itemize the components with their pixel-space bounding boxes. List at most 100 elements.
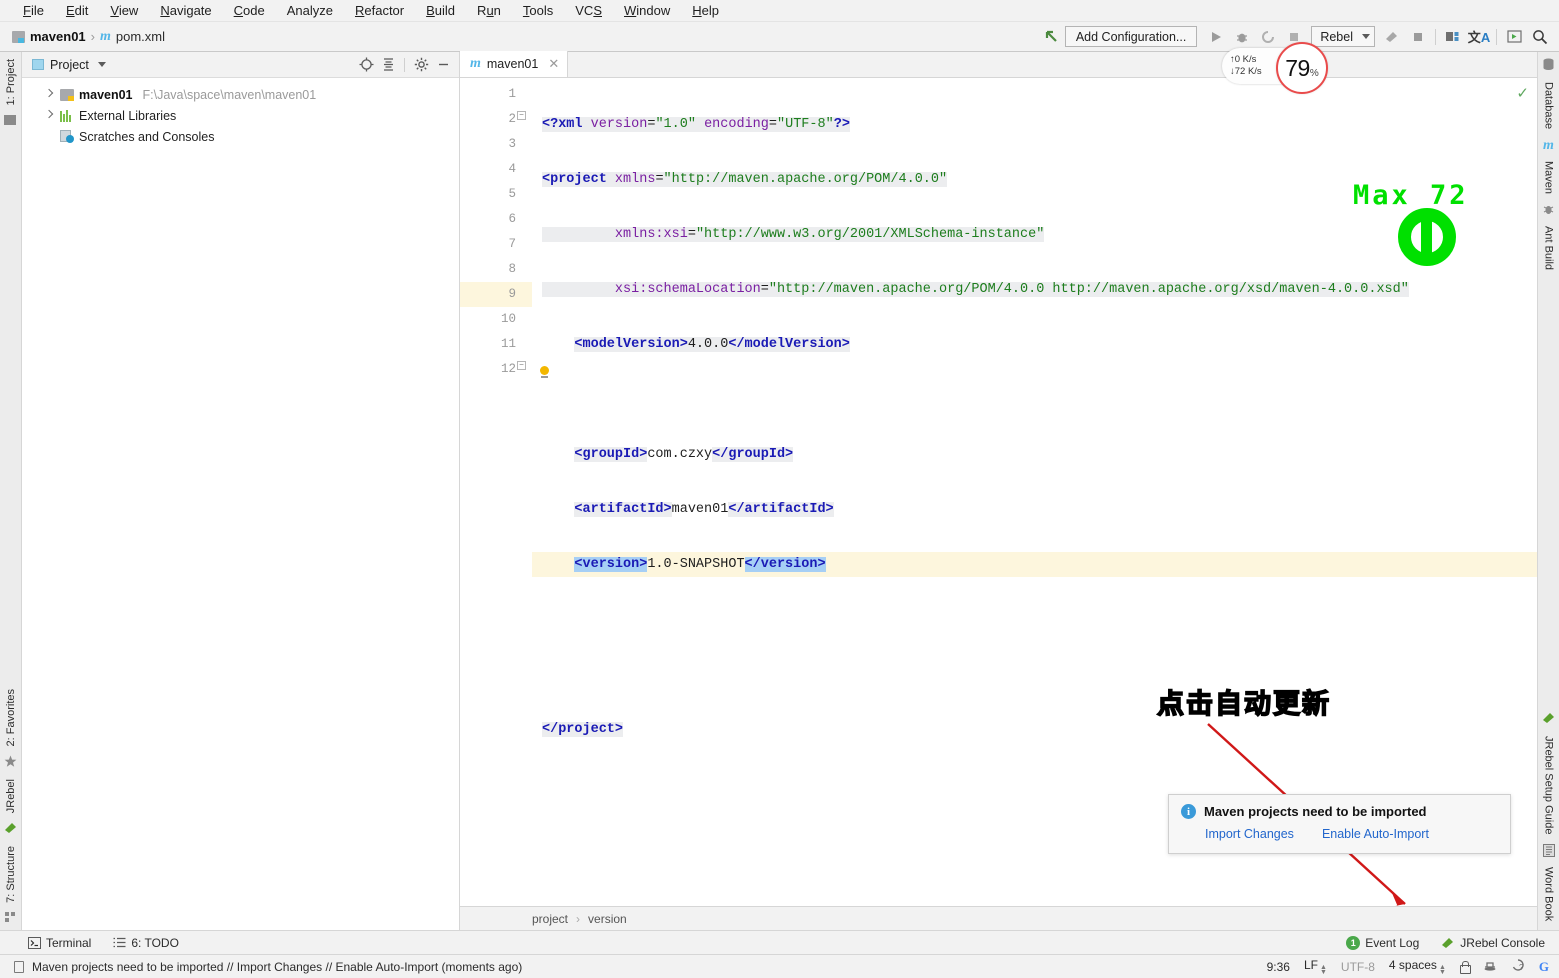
close-icon[interactable]: ✕ <box>548 56 559 72</box>
debug-icon[interactable] <box>1229 25 1255 49</box>
library-icon <box>60 109 74 122</box>
menu-item-edit[interactable]: Edit <box>55 1 99 20</box>
project-panel-title-group[interactable]: Project <box>32 58 106 72</box>
jrebel-selector-label: Rebel <box>1320 29 1353 44</box>
jrebel-arrow-icon[interactable] <box>1039 25 1065 49</box>
caret-position[interactable]: 9:36 <box>1267 960 1290 974</box>
tree-item-maven01[interactable]: maven01 F:\Java\space\maven\maven01 <box>22 84 459 105</box>
chevron-right-icon[interactable] <box>44 110 55 121</box>
tree-item-label: maven01 <box>79 87 133 102</box>
sidebar-item-word-book[interactable]: Word Book <box>1543 864 1555 924</box>
tool-window-todo[interactable]: 6: TODO <box>113 936 179 950</box>
editor-area: m maven01 ✕ 1 2 3 4 5 6 7 8 9 10 11 12 −… <box>460 51 1537 930</box>
breadcrumb-project[interactable]: maven01 <box>30 29 86 44</box>
tree-item-external-libraries[interactable]: External Libraries <box>22 105 459 126</box>
event-log-badge: 1 <box>1346 935 1361 950</box>
sidebar-item-maven[interactable]: Maven <box>1543 158 1555 197</box>
line-number: 5 <box>508 187 516 201</box>
translate-icon[interactable]: 文A <box>1466 25 1492 49</box>
svg-text:?: ? <box>1519 963 1524 972</box>
sidebar-item-ant-build[interactable]: Ant Build <box>1543 223 1555 273</box>
menu-item-tools[interactable]: Tools <box>512 1 564 20</box>
menu-item-window[interactable]: Window <box>613 1 681 20</box>
run-anything-icon[interactable] <box>1501 25 1527 49</box>
code-fold-toggle[interactable]: − <box>517 111 526 120</box>
menu-item-refactor[interactable]: Refactor <box>344 1 415 20</box>
sidebar-item-jrebel-setup-guide[interactable]: JRebel Setup Guide <box>1543 733 1555 837</box>
minimize-icon[interactable] <box>433 55 453 75</box>
tool-window-terminal[interactable]: Terminal <box>28 936 91 950</box>
intellij-idea-window: File Edit View Navigate Code Analyze Ref… <box>0 0 1559 978</box>
tool-window-jrebel-console[interactable]: JRebel Console <box>1441 936 1545 950</box>
jrebel-icon <box>4 821 18 838</box>
gear-icon[interactable] <box>411 55 431 75</box>
star-icon <box>4 755 17 771</box>
jrebel-selector[interactable]: Rebel <box>1311 26 1375 47</box>
sidebar-item-jrebel[interactable]: JRebel <box>5 776 17 816</box>
menu-item-code[interactable]: Code <box>223 1 276 20</box>
enable-auto-import-link[interactable]: Enable Auto-Import <box>1322 827 1429 841</box>
project-structure-icon[interactable] <box>1440 25 1466 49</box>
sidebar-item-favorites[interactable]: 2: Favorites <box>5 686 17 749</box>
menu-item-run[interactable]: Run <box>466 1 512 20</box>
file-encoding[interactable]: UTF-8 <box>1341 960 1375 974</box>
main-area: 1: Project 2: Favorites JRebel 7: Struct… <box>0 51 1559 930</box>
jrebel-console-label: JRebel Console <box>1460 935 1545 950</box>
collapse-all-icon[interactable] <box>378 55 398 75</box>
code-editor[interactable]: 1 2 3 4 5 6 7 8 9 10 11 12 − − <?xml ver… <box>460 78 1537 906</box>
run-icon[interactable] <box>1203 25 1229 49</box>
search-icon[interactable] <box>1527 25 1553 49</box>
gauge-unit: % <box>1309 67 1319 79</box>
terminal-icon <box>28 936 41 949</box>
run-with-coverage-icon[interactable] <box>1255 25 1281 49</box>
editor-gutter[interactable]: 1 2 3 4 5 6 7 8 9 10 11 12 − − <box>460 78 532 906</box>
tab-maven01[interactable]: m maven01 ✕ <box>460 51 569 77</box>
import-changes-link[interactable]: Import Changes <box>1205 827 1294 841</box>
right-tool-strip: Database m Maven Ant Build JRebel Setup … <box>1537 52 1559 930</box>
menu-item-build[interactable]: Build <box>415 1 466 20</box>
stop-icon[interactable] <box>1405 25 1431 49</box>
cpu-usage-gauge[interactable]: 79 % <box>1276 42 1328 94</box>
chevron-down-icon[interactable] <box>97 62 106 67</box>
todo-label: 6: TODO <box>131 935 179 950</box>
lock-icon[interactable] <box>1459 961 1471 974</box>
chevron-right-icon[interactable] <box>44 89 55 100</box>
project-panel-title: Project <box>50 57 89 72</box>
menu-item-view[interactable]: View <box>99 1 149 20</box>
locate-file-icon[interactable] <box>356 55 376 75</box>
tool-window-event-log[interactable]: 1 Event Log <box>1346 935 1419 950</box>
jrebel-run-icon[interactable] <box>1379 25 1405 49</box>
menu-item-analyze[interactable]: Analyze <box>276 1 344 20</box>
sidebar-item-project[interactable]: 1: Project <box>5 56 17 108</box>
indent-setting[interactable]: 4 spaces ▲ ▼ <box>1389 958 1446 976</box>
sidebar-item-database[interactable]: Database <box>1543 79 1555 132</box>
breadcrumb-file[interactable]: pom.xml <box>116 29 165 44</box>
code-line-7: <groupId>com.czxy</groupId> <box>574 447 794 462</box>
terminal-label: Terminal <box>46 935 92 950</box>
menu-item-vcs[interactable]: VCS <box>564 1 613 20</box>
line-number: 8 <box>508 262 516 276</box>
breadcrumb-node-version[interactable]: version <box>588 912 627 926</box>
menu-item-help[interactable]: Help <box>681 1 730 20</box>
status-message[interactable]: Maven projects need to be imported // Im… <box>32 960 522 974</box>
google-icon[interactable]: G <box>1539 959 1549 975</box>
code-line-4: xsi:schemaLocation="http://maven.apache.… <box>532 277 1537 302</box>
project-strip-icon <box>4 114 17 129</box>
code-fold-toggle[interactable]: − <box>517 361 526 370</box>
line-number-highlighted: 9 <box>460 282 532 307</box>
background-tasks-icon[interactable]: ? <box>1511 958 1525 975</box>
tree-item-path: F:\Java\space\maven\maven01 <box>142 87 317 102</box>
tree-item-scratches-and-consoles[interactable]: Scratches and Consoles <box>22 126 459 147</box>
line-number: 7 <box>508 237 516 251</box>
line-number: 6 <box>508 212 516 226</box>
menu-item-navigate[interactable]: Navigate <box>149 1 222 20</box>
line-separator[interactable]: LF ▲ ▼ <box>1304 958 1327 976</box>
breadcrumb-node-project[interactable]: project <box>532 912 568 926</box>
add-configuration-button[interactable]: Add Configuration... <box>1064 26 1198 47</box>
menu-item-file[interactable]: File <box>12 1 55 20</box>
sidebar-item-structure[interactable]: 7: Structure <box>5 843 17 906</box>
project-panel-header: Project <box>22 52 459 78</box>
inspection-hat-icon[interactable] <box>1483 959 1497 975</box>
inspection-status-icon[interactable]: ✓ <box>1516 84 1529 102</box>
